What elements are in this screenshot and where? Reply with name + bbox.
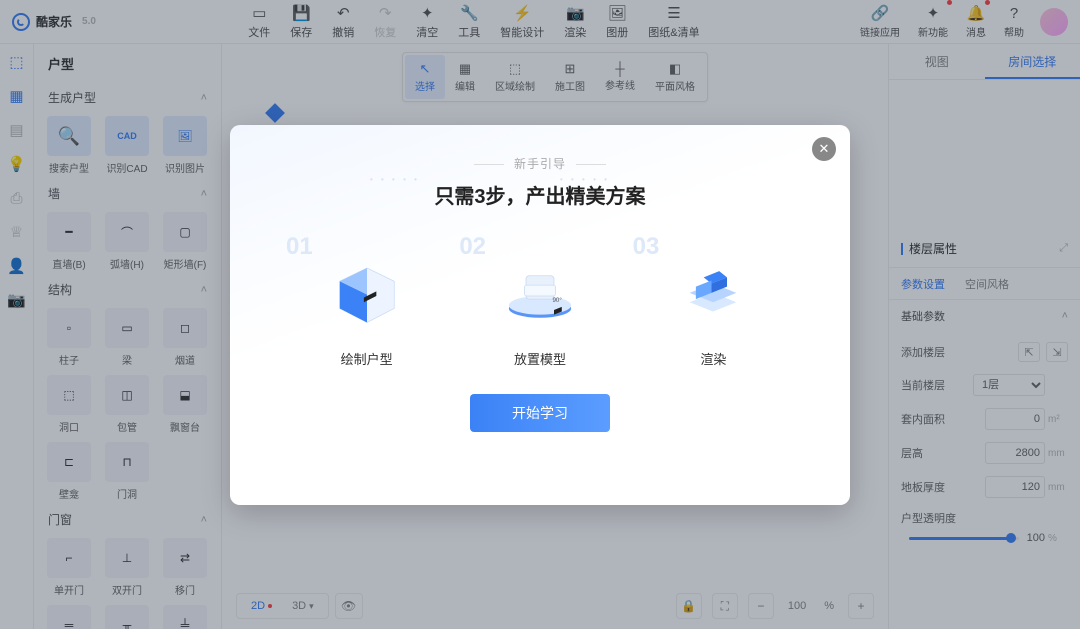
modal-overlay: ✕ 新手引导 只需3步，产出精美方案 • • • • • • • • • • 0… bbox=[0, 0, 1080, 629]
dots-icon: • • • • • bbox=[370, 175, 420, 184]
step-number: 02 bbox=[459, 233, 486, 261]
step-1-label: 绘制户型 bbox=[341, 349, 393, 368]
step-number: 01 bbox=[286, 233, 313, 261]
modal-title: 只需3步，产出精美方案 bbox=[270, 180, 810, 209]
step-1: 01 绘制户型 bbox=[280, 239, 453, 368]
close-button[interactable]: ✕ bbox=[812, 137, 836, 161]
step-2-label: 放置模型 bbox=[514, 349, 566, 368]
step-3: 03 渲染 bbox=[627, 239, 800, 368]
step-2: 02 90° 放置模型 bbox=[453, 239, 626, 368]
step-3-graphic bbox=[658, 239, 768, 339]
step-1-graphic bbox=[312, 239, 422, 339]
step-2-graphic: 90° bbox=[485, 239, 595, 339]
start-learning-button[interactable]: 开始学习 bbox=[470, 394, 610, 432]
dots-icon: • • • • • bbox=[560, 175, 610, 184]
onboarding-modal: ✕ 新手引导 只需3步，产出精美方案 • • • • • • • • • • 0… bbox=[230, 125, 850, 505]
close-icon: ✕ bbox=[819, 141, 830, 157]
svg-text:90°: 90° bbox=[552, 297, 562, 304]
step-number: 03 bbox=[633, 233, 660, 261]
modal-subtitle: 新手引导 bbox=[270, 155, 810, 172]
step-3-label: 渲染 bbox=[700, 349, 726, 368]
